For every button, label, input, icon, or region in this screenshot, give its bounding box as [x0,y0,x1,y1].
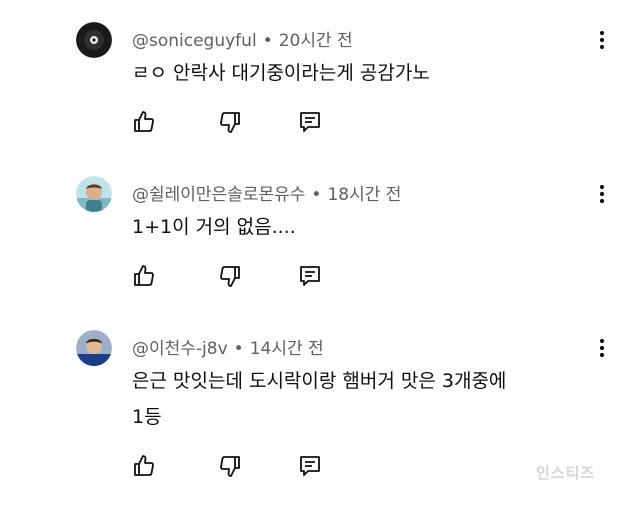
meta-separator: • [233,339,244,359]
meta-separator: • [262,31,273,51]
more-vert-icon[interactable] [592,336,612,360]
dislike-button[interactable] [218,454,242,478]
thumbs-up-icon [132,454,156,478]
comment-author[interactable]: @soniceguyful [132,31,257,51]
dislike-button[interactable] [218,264,242,288]
dislike-button[interactable] [218,110,242,134]
thumbs-up-icon [132,264,156,288]
comment-text-line: 1등 [132,406,162,428]
meta-separator: • [311,185,322,205]
avatar[interactable] [76,176,112,212]
comment-time[interactable]: 20시간 전 [279,31,353,51]
comment-text-line: 은근 맛잇는데 도시락이랑 햄버거 맛은 3개중에 [132,370,507,392]
comment-meta: @쉴레이만은솔로몬유수 • 18시간 전 [132,180,401,205]
reply-button[interactable] [298,110,322,134]
comment-time[interactable]: 14시간 전 [250,339,324,359]
thumbs-up-icon [132,110,156,134]
comment-meta: @이천수-j8v • 14시간 전 [132,334,324,359]
comment-author[interactable]: @이천수-j8v [132,339,228,359]
thumbs-down-icon [218,454,242,478]
comment-author[interactable]: @쉴레이만은솔로몬유수 [132,185,305,205]
comment-text: 1+1이 거의 없음.... [132,216,296,238]
like-button[interactable] [132,110,156,134]
avatar[interactable] [76,22,112,58]
reply-icon [298,454,322,478]
like-button[interactable] [132,264,156,288]
watermark: 인스티즈 [536,464,596,482]
reply-icon [298,264,322,288]
more-vert-icon[interactable] [592,28,612,52]
more-vert-icon[interactable] [592,182,612,206]
reply-button[interactable] [298,264,322,288]
reply-button[interactable] [298,454,322,478]
like-button[interactable] [132,454,156,478]
avatar[interactable] [76,330,112,366]
comment-meta: @soniceguyful • 20시간 전 [132,26,353,51]
thumbs-down-icon [218,264,242,288]
comment-text: ㄹㅇ 안락사 대기중이라는게 공감가노 [132,62,430,84]
reply-icon [298,110,322,134]
thumbs-down-icon [218,110,242,134]
comment-time[interactable]: 18시간 전 [327,185,401,205]
